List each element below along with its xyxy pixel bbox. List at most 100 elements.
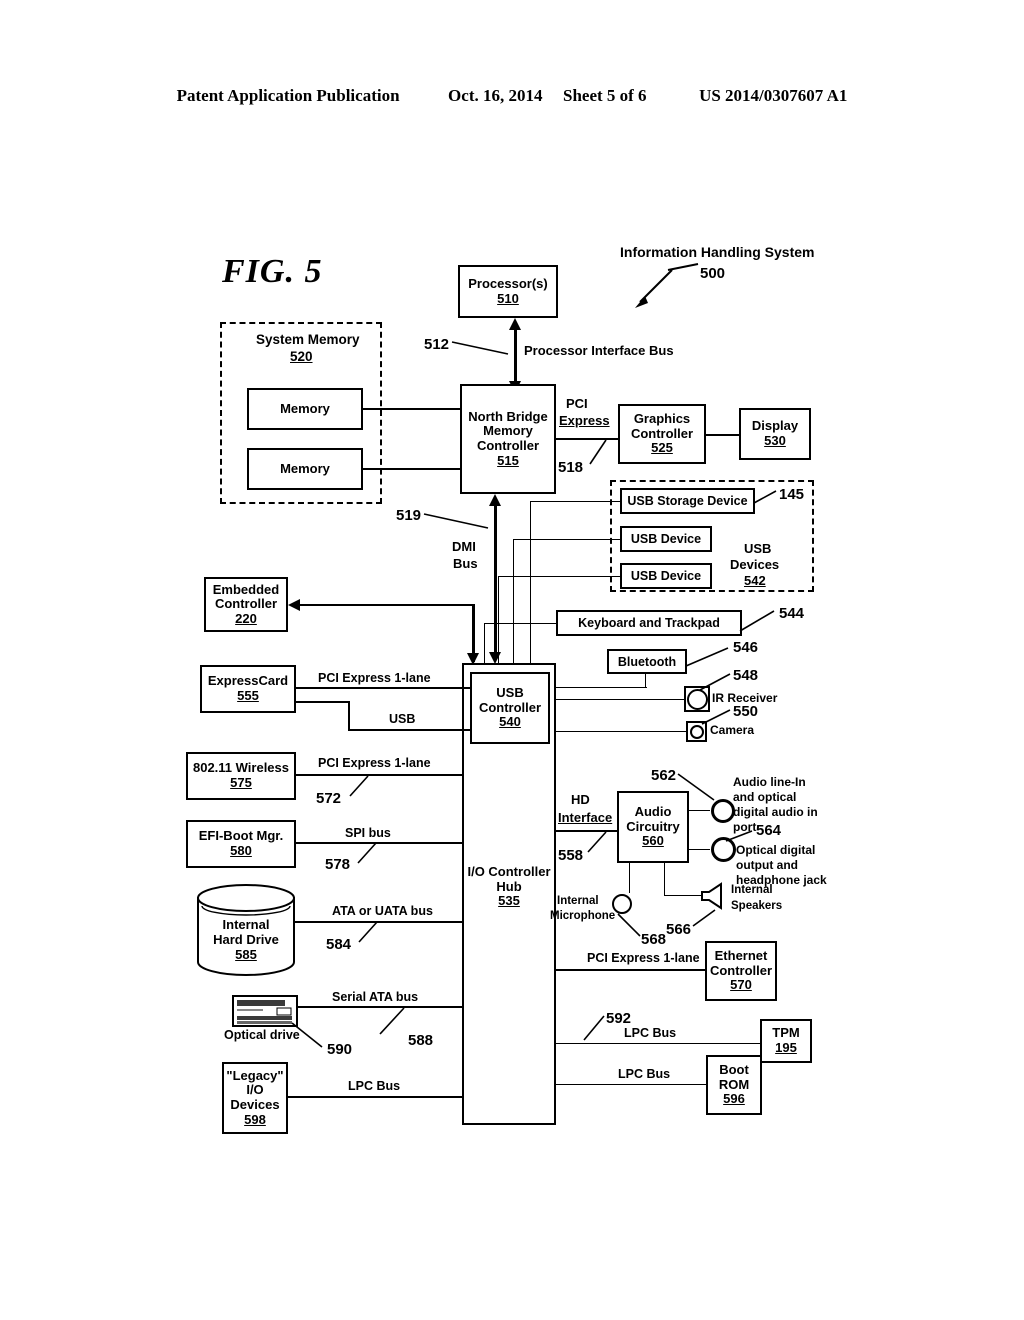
speaker-wire-v: [664, 862, 666, 896]
usb-devices-group-ref: 542: [744, 573, 766, 588]
wireless-block: 802.11 Wireless 575: [186, 752, 296, 800]
processor-label: Processor(s): [468, 275, 548, 291]
tpm-ref: 195: [775, 1040, 797, 1055]
internal-speakers-label-2: Speakers: [731, 900, 783, 912]
header-publication-text: Patent Application Publication: [176, 86, 400, 105]
header-date-text: Oct. 16, 2014: [448, 86, 543, 105]
optical-drive-icon: [232, 995, 298, 1027]
efi-boot-mgr-block: EFI-Boot Mgr. 580: [186, 820, 296, 868]
information-handling-system-title: Information Handling System: [620, 244, 815, 260]
leader-518: [588, 438, 612, 468]
ref-562: 562: [651, 767, 677, 784]
ref-558: 558: [558, 847, 584, 864]
dmi-arrow-up: [489, 494, 501, 506]
ref-546: 546: [733, 639, 759, 656]
leader-564: [725, 827, 760, 845]
camera-wire: [556, 731, 686, 733]
keyboard-wire-v: [484, 623, 486, 665]
bluetooth-wire-h: [556, 687, 647, 689]
leader-548: [699, 672, 736, 694]
usb-device-2-label: USB Device: [630, 569, 702, 583]
expresscard-usb-wire-b: [348, 701, 350, 731]
lpc-bus-tpm-wire: [556, 1043, 761, 1045]
north-bridge-ref: 515: [497, 452, 519, 468]
usb-storage-wire-v: [530, 501, 532, 665]
memory-1-label: Memory: [280, 400, 330, 416]
ata-uata-bus-label: ATA or UATA bus: [332, 904, 433, 918]
leader-578: [356, 841, 380, 867]
internal-microphone-label-1: Internal: [557, 895, 599, 907]
ref-512: 512: [424, 336, 450, 353]
pci-express-label-line2: Express: [559, 413, 610, 428]
embedded-controller-ref: 220: [235, 610, 257, 626]
internal-speakers-icon: [700, 882, 730, 910]
legacy-io-ref: 598: [244, 1111, 266, 1127]
embedded-controller-arrow: [288, 599, 300, 611]
efi-boot-mgr-ref: 580: [230, 843, 252, 858]
embedded-controller-block: Embedded Controller 220: [204, 577, 288, 632]
tpm-label: TPM: [772, 1025, 800, 1041]
ethernet-wire: [556, 969, 706, 971]
ref-519: 519: [396, 507, 422, 524]
boot-rom-label-2: ROM: [718, 1076, 750, 1092]
system-memory-label: System Memory: [256, 332, 360, 347]
ref-548: 548: [733, 667, 759, 684]
leader-500-arrow: [632, 268, 678, 310]
header-sheet-text: Sheet 5 of 6: [562, 86, 647, 105]
usb-device-block-1: USB Device: [620, 526, 712, 552]
memory-2-label: Memory: [280, 460, 330, 476]
bluetooth-block: Bluetooth: [607, 649, 687, 674]
lpc-bus-legacy-wire: [287, 1096, 462, 1098]
boot-rom-ref: 596: [723, 1091, 745, 1107]
internal-hard-drive-block: Internal Hard Drive 585: [196, 884, 296, 976]
legacy-io-label-1: "Legacy": [226, 1067, 284, 1083]
ethernet-controller-ref: 570: [730, 977, 752, 993]
tpm-block: TPM 195: [760, 1019, 812, 1063]
internal-speakers-label-1: Internal: [731, 884, 773, 896]
usb-bus-label: USB: [389, 712, 416, 726]
lpc-bus-bootrom-wire: [556, 1084, 707, 1086]
header-patent-number-text: US 2014/0307607 A1: [699, 86, 848, 105]
wireless-ref: 575: [230, 775, 252, 790]
embedded-controller-label-2: Controller: [214, 596, 278, 612]
expresscard-usb-wire-c: [348, 729, 470, 731]
usb-controller-ref: 540: [499, 714, 521, 730]
pcie-1lane-wireless-label: PCI Express 1-lane: [318, 756, 431, 770]
usb-device-1-label: USB Device: [630, 532, 702, 546]
internal-hard-drive-label-1: Internal: [222, 917, 270, 932]
processor-block: Processor(s) 510: [458, 265, 558, 318]
leader-566: [692, 908, 719, 930]
keyboard-trackpad-block: Keyboard and Trackpad: [556, 610, 742, 636]
ir-receiver-wire: [556, 699, 684, 701]
usb-device-1-wire-h: [513, 539, 620, 541]
leader-550: [701, 708, 736, 728]
usb-storage-device-block: USB Storage Device: [620, 488, 755, 514]
graphics-controller-label-2: Controller: [630, 425, 694, 441]
leader-558: [586, 830, 610, 856]
leader-544: [739, 609, 780, 635]
io-controller-hub-ref: 535: [498, 893, 520, 909]
hd-interface-label-1: HD: [571, 792, 590, 807]
audio-out-wire: [688, 849, 712, 851]
memory-2-wire: [362, 468, 461, 470]
north-bridge-block: North Bridge Memory Controller 515: [460, 384, 556, 494]
usb-controller-label-1: USB: [496, 685, 524, 701]
speaker-wire-h: [664, 895, 702, 897]
audio-circuitry-label-1: Audio: [634, 804, 672, 820]
wireless-label: 802.11 Wireless: [192, 760, 289, 776]
internal-hard-drive-label-2: Hard Drive: [213, 931, 279, 947]
leader-546: [685, 646, 734, 670]
leader-592: [578, 1014, 610, 1044]
ref-544: 544: [779, 605, 805, 622]
ethernet-controller-label-2: Controller: [709, 962, 773, 978]
ref-566: 566: [666, 921, 692, 938]
display-block: Display 530: [739, 408, 811, 460]
wireless-wire: [295, 774, 462, 776]
audio-in-wire: [688, 810, 712, 812]
expresscard-label: ExpressCard: [207, 673, 289, 689]
system-memory-ref: 520: [290, 349, 313, 364]
leader-145: [753, 489, 782, 507]
publication-header: Patent Application Publication Oct. 16, …: [0, 86, 1024, 106]
figure-title: FIG. 5: [222, 253, 323, 290]
serial-ata-bus-label: Serial ATA bus: [332, 990, 419, 1004]
